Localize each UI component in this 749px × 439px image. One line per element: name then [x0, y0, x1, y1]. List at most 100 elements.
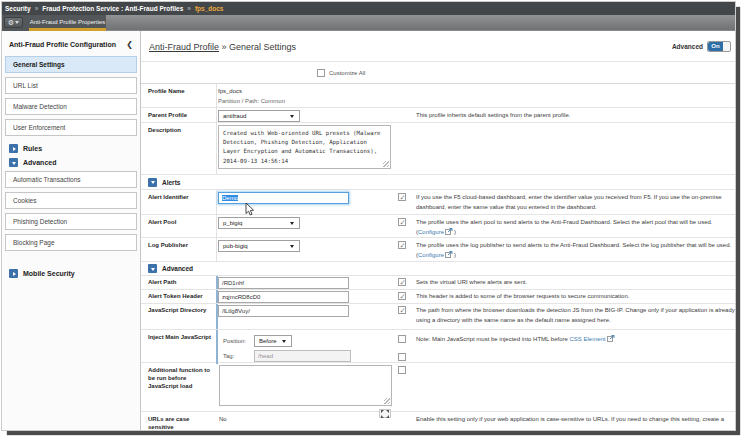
sidebar-section-mobile-security[interactable]: Mobile Security [2, 267, 140, 280]
log-publisher-label: Log Publisher [141, 238, 216, 261]
sidebar-item-url-list[interactable]: URL List [5, 77, 137, 94]
urls-case-sensitive-value: No [219, 414, 398, 422]
sidebar-item-general-settings[interactable]: General Settings [5, 56, 137, 73]
custom-checkbox-cell [398, 123, 415, 174]
log-publisher-custom-checkbox[interactable] [398, 241, 406, 249]
row-urls-case-sensitive: URLs are case sensitive No Enable this s… [141, 412, 735, 431]
sidebar-item-cookies[interactable]: Cookies [5, 192, 137, 209]
section-alerts: Alerts [141, 175, 735, 190]
select-arrow-icon [290, 115, 294, 118]
custom-checkbox-cell [398, 304, 415, 329]
alert-identifier-help: If you use the F5 cloud-based dashboard,… [415, 190, 735, 214]
breadcrumb-security[interactable]: Security [5, 5, 31, 12]
row-parent-profile: Parent Profile antifraud This profile in… [141, 108, 735, 123]
advanced-toggle[interactable]: On [707, 41, 731, 52]
alert-identifier-input[interactable]: Demo [218, 192, 349, 204]
section-expanded-icon[interactable] [148, 178, 157, 187]
collapsed-arrow-icon [9, 144, 18, 153]
inject-note: Note: Main JavaScript must be injected i… [416, 336, 570, 342]
configure-paren: ) [454, 229, 456, 235]
breadcrumb: Security»Fraud Protection Service : Anti… [2, 2, 735, 15]
sidebar-section-rules[interactable]: Rules [2, 142, 140, 155]
inject-sub-row: Position: Before [218, 334, 398, 347]
log-publisher-select[interactable]: pub-bigiq [218, 240, 300, 252]
alert-pool-select[interactable]: p_bigiq [218, 217, 300, 229]
position-custom-checkbox[interactable] [398, 335, 406, 343]
alert-pool-custom-checkbox[interactable] [398, 218, 406, 226]
alert-identifier-custom-checkbox[interactable] [398, 193, 406, 201]
section-expanded-icon[interactable] [148, 264, 157, 273]
sidebar-item-blocking-page[interactable]: Blocking Page [5, 234, 137, 251]
alert-identifier-label: Alert Identifier [141, 190, 216, 214]
breadcrumb-fraud-protection[interactable]: Fraud Protection Service : Anti-Fraud Pr… [42, 5, 183, 12]
advanced-toggle-on: On [708, 42, 723, 51]
alert-token-header-input[interactable]: zqjmcRD8cD0 [218, 291, 349, 303]
resize-grabber-icon[interactable] [384, 398, 390, 404]
page-title: Anti-Fraud Profile » General Settings [149, 42, 296, 52]
sidebar-section-advanced[interactable]: Advanced [2, 156, 140, 169]
tab-anti-fraud-profile-properties[interactable]: Anti-Fraud Profile Properties [29, 15, 106, 28]
breadcrumb-profile-name[interactable]: fps_docs [195, 5, 224, 12]
tag-label: Tag: [218, 353, 254, 359]
resize-grabber-icon[interactable] [383, 161, 389, 167]
help-cell [415, 84, 735, 107]
tag-custom-checkbox[interactable] [398, 353, 406, 361]
profile-partition: Partition / Path: Common [218, 94, 398, 104]
parent-profile-select[interactable]: antifraud [218, 110, 300, 122]
javascript-directory-input[interactable]: /lLtlg8Vuy/ [218, 305, 349, 317]
description-textarea[interactable]: Created with Web-oriented URL presets (M… [218, 125, 391, 169]
additional-function-custom-checkbox[interactable] [398, 366, 406, 374]
value-cell: No [216, 412, 398, 431]
row-alert-path: Alert Path /RD1nhf Sets the virtual URI … [141, 276, 735, 290]
page-title-link[interactable]: Anti-Fraud Profile [149, 42, 219, 52]
sidebar-item-automatic-transactions[interactable]: Automatic Transactions [5, 171, 137, 188]
description-label: Description [141, 123, 216, 174]
custom-checkbox-cell [398, 290, 415, 303]
help-cell: The profile uses the log publisher to se… [415, 238, 735, 261]
inject-main-javascript-label: Inject Main JavaScript [141, 330, 216, 364]
tag-input[interactable]: /head [254, 350, 351, 362]
alert-pool-configure-link[interactable]: Configure [418, 229, 444, 235]
sidebar-item-phishing-detection[interactable]: Phishing Detection [5, 213, 137, 230]
value-cell: fps_docs Partition / Path: Common [216, 84, 398, 107]
urls-case-sensitive-label: URLs are case sensitive [141, 412, 216, 431]
custom-checkbox-cell [398, 238, 415, 261]
sidebar-section-advanced-label: Advanced [23, 158, 56, 168]
css-element-link[interactable]: CSS Element [570, 336, 606, 342]
custom-checkbox-cell [398, 84, 415, 107]
sidebar-section-mobile-security-label: Mobile Security [23, 269, 75, 279]
sidebar-item-user-enforcement[interactable]: User Enforcement [5, 119, 137, 136]
urls-case-sensitive-help: Enable this setting only if your web app… [415, 412, 735, 431]
alert-path-input[interactable]: /RD1nhf [218, 277, 349, 289]
sidebar-collapse-icon[interactable]: ❮ [126, 40, 133, 49]
value-cell: /lLtlg8Vuy/ [216, 304, 398, 329]
gear-menu-button[interactable]: ⚙ [4, 17, 23, 28]
custom-checkbox-cell [398, 363, 415, 418]
customize-all-label: Customize All [329, 70, 365, 76]
javascript-directory-custom-checkbox[interactable] [398, 306, 406, 314]
parent-profile-help: This profile inherits default settings f… [415, 108, 735, 122]
app-window: Security»Fraud Protection Service : Anti… [1, 1, 736, 431]
additional-function-textarea[interactable] [219, 365, 392, 406]
log-publisher-configure-link[interactable]: Configure [418, 252, 444, 258]
external-link-icon [607, 335, 615, 342]
log-publisher-help: The profile uses the log publisher to se… [416, 242, 731, 248]
position-select[interactable]: Before [254, 335, 292, 347]
select-arrow-icon [290, 245, 294, 248]
value-cell: Position: Before Tag: /head [216, 330, 398, 364]
parent-profile-value: antifraud [223, 113, 246, 119]
tag-value: /head [258, 353, 273, 359]
advanced-toggle-group: Advanced On [672, 41, 731, 52]
value-cell: pub-bigiq [216, 238, 398, 261]
alert-token-header-custom-checkbox[interactable] [398, 292, 406, 300]
alert-pool-label: Alert Pool [141, 215, 216, 237]
select-arrow-icon [290, 222, 294, 225]
alert-token-header-help: This header is added to some of the brow… [415, 290, 735, 303]
value-cell: Demo [216, 190, 398, 214]
row-profile-name: Profile Name fps_docs Partition / Path: … [141, 84, 735, 108]
sidebar-item-malware-detection[interactable]: Malware Detection [5, 98, 137, 115]
sidebar-title: Anti-Fraud Profile Configuration [9, 41, 116, 48]
customize-all-checkbox[interactable] [317, 69, 325, 77]
parent-profile-label: Parent Profile [141, 108, 216, 122]
alert-path-custom-checkbox[interactable] [398, 278, 406, 286]
